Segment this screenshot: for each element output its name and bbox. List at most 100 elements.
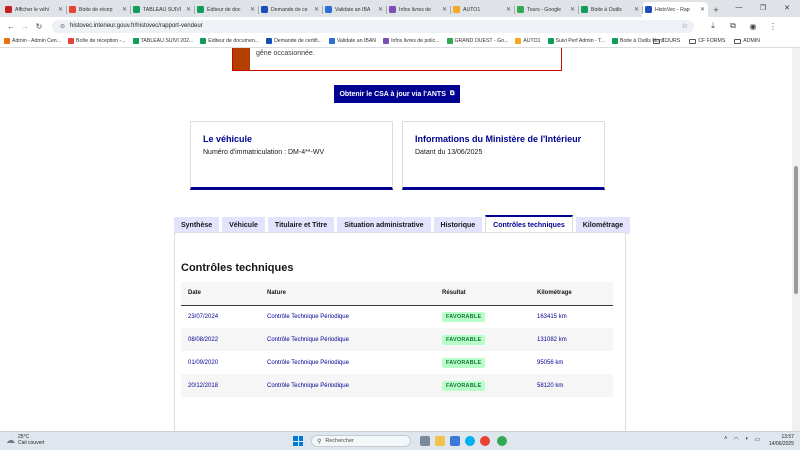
bookmark-item[interactable]: Editeur de documen... xyxy=(200,38,259,44)
site-info-icon[interactable]: ⊜ xyxy=(60,23,65,30)
bookmark-folder[interactable]: TOURS xyxy=(653,38,680,44)
chrome-profile-icon[interactable] xyxy=(497,436,507,446)
tab-title: Boite de récep xyxy=(79,6,113,13)
profile-icon[interactable]: ◉ xyxy=(746,19,760,33)
tab-title: HistoVec - Rap xyxy=(655,6,690,13)
browser-tab[interactable]: Boite de récep ✕ xyxy=(66,2,130,17)
control-date: 20/12/2018 xyxy=(181,374,260,397)
bookmark-item[interactable]: Demande de certifi... xyxy=(266,38,322,44)
forward-icon[interactable]: → xyxy=(18,19,32,33)
vehicle-card: Le véhicule Numéro d'immatriculation : D… xyxy=(190,121,393,190)
tab-close-icon[interactable]: ✕ xyxy=(58,6,63,13)
browser-tab[interactable]: Validate an IBA ✕ xyxy=(322,2,386,17)
browser-tab[interactable]: TABLEAU SUIVI ✕ xyxy=(130,2,194,17)
tab-close-icon[interactable]: ✕ xyxy=(250,6,255,13)
bookmark-item[interactable]: AUTO1 xyxy=(515,38,541,44)
bookmark-item[interactable]: Admin - Admin Cen... xyxy=(4,38,61,44)
table-row: 20/12/2018 Contrôle Technique Périodique F… xyxy=(181,374,613,397)
bookmark-item[interactable]: GRAND OUEST - Go... xyxy=(446,38,509,44)
battery-icon[interactable]: ▭ xyxy=(754,436,760,443)
control-nature: Contrôle Technique Périodique xyxy=(267,313,349,320)
bookmark-folders: TOURS CF FORMS ADMIN xyxy=(653,38,760,44)
tab-close-icon[interactable]: ✕ xyxy=(314,6,319,13)
tab-close-icon[interactable]: ✕ xyxy=(570,6,575,13)
browser-toolbar: ← → ↻ ⊜ histovec.interieur.gouv.fr/histo… xyxy=(0,17,800,35)
clock-date: 14/06/2025 xyxy=(768,440,794,447)
extensions-icon[interactable]: ⧉ xyxy=(726,19,740,33)
outlook-icon[interactable] xyxy=(450,436,460,446)
browser-tab[interactable]: Afficher le véhi ✕ xyxy=(2,2,66,17)
maximize-icon[interactable]: ❐ xyxy=(752,0,774,15)
file-explorer-icon[interactable] xyxy=(435,436,445,446)
address-bar[interactable]: ⊜ histovec.interieur.gouv.fr/histovec/ra… xyxy=(52,19,694,33)
control-result-cell: FAVORABLE xyxy=(435,328,530,351)
tab-title: Boite à Outils xyxy=(591,6,622,13)
download-icon[interactable]: ⤓ xyxy=(706,19,720,33)
clock[interactable]: 13:57 14/06/2025 xyxy=(769,434,794,447)
tab-close-icon[interactable]: ✕ xyxy=(442,6,447,13)
browser-tab[interactable]: Tours - Google ✕ xyxy=(514,2,578,17)
bookmark-folder[interactable]: CF FORMS xyxy=(689,38,725,44)
close-window-icon[interactable]: ✕ xyxy=(776,0,798,15)
bookmark-item[interactable]: TABLEAU SUIVI 202... xyxy=(132,38,193,44)
control-result-cell: FAVORABLE xyxy=(435,351,530,374)
new-tab-button[interactable]: + xyxy=(710,2,722,17)
browser-tab[interactable]: Infos livres de ✕ xyxy=(386,2,450,17)
data-date: Datant du 13/06/2025 xyxy=(415,149,483,156)
tab-close-icon[interactable]: ✕ xyxy=(186,6,191,13)
menu-icon[interactable]: ⋮ xyxy=(766,19,780,33)
browser-tab[interactable]: Demande de ce ✕ xyxy=(258,2,322,17)
weather-widget[interactable]: ☁ 25°C Ciel couvert xyxy=(6,434,44,446)
browser-tab[interactable]: AUTO1 ✕ xyxy=(450,2,514,17)
chrome-icon[interactable] xyxy=(480,436,490,446)
minimize-icon[interactable]: — xyxy=(728,0,750,15)
tray-arrow-icon[interactable]: ˄ xyxy=(724,436,728,443)
wifi-icon[interactable]: ◠ xyxy=(733,436,738,443)
bookmark-item[interactable]: Boîte de réception -... xyxy=(68,38,126,44)
bookmark-star-icon[interactable]: ☆ xyxy=(682,22,688,30)
control-nature: Contrôle Technique Périodique xyxy=(260,328,435,351)
page-scrollbar[interactable] xyxy=(792,48,800,431)
url-text: histovec.interieur.gouv.fr/histovec/rapp… xyxy=(70,23,203,29)
bookmark-favicon-icon xyxy=(132,38,139,44)
tab-title: AUTO1 xyxy=(463,6,481,13)
tab-close-icon[interactable]: ✕ xyxy=(378,6,383,13)
start-button[interactable] xyxy=(293,436,303,446)
ants-alert: situation administrative disponible sur … xyxy=(232,48,562,71)
registration-number: Numéro d'immatriculation : DM-4**-WV xyxy=(203,149,325,156)
tab-favicon-icon xyxy=(69,6,76,13)
bookmark-folder-label: TOURS xyxy=(662,38,681,44)
tab-close-icon[interactable]: ✕ xyxy=(122,6,127,13)
scrollbar-thumb[interactable] xyxy=(794,166,798,294)
bookmark-item[interactable]: Validate an IBAN xyxy=(328,38,376,44)
bookmark-favicon-icon xyxy=(200,38,207,44)
bookmark-favicon-icon xyxy=(4,38,10,44)
weather-description: Ciel couvert xyxy=(18,440,45,446)
tab-close-icon[interactable]: ✕ xyxy=(506,6,511,13)
control-result-cell: FAVORABLE xyxy=(435,374,530,397)
tab-title: Tours - Google xyxy=(527,6,562,13)
bookmark-item[interactable]: Infos livres de polic... xyxy=(383,38,440,44)
back-icon[interactable]: ← xyxy=(4,19,18,33)
bookmark-item[interactable]: Suivi Perf Admin - T... xyxy=(547,38,605,44)
volume-icon[interactable]: ◖ xyxy=(745,436,749,443)
tab-close-icon[interactable]: ✕ xyxy=(634,6,639,13)
obtain-csa-button[interactable]: Obtenir le CSA à jour via l'ANTS ⧉ xyxy=(334,85,460,103)
column-header: Résultat xyxy=(435,282,530,306)
status-badge: FAVORABLE xyxy=(442,311,486,322)
taskbar-search[interactable]: ⚲ Rechercher xyxy=(311,435,411,447)
browser-tab[interactable]: Boite à Outils ✕ xyxy=(578,2,642,17)
table-row: 08/08/2022 Contrôle Technique Périodique F… xyxy=(181,328,613,351)
browser-tab[interactable]: HistoVec - Rap ✕ xyxy=(642,2,708,17)
column-header: Nature xyxy=(260,282,435,306)
status-badge: FAVORABLE xyxy=(442,357,486,368)
reload-icon[interactable]: ↻ xyxy=(32,19,46,33)
task-view-icon[interactable] xyxy=(420,436,430,446)
bookmark-folder[interactable]: ADMIN xyxy=(734,38,760,44)
table-row: 01/09/2020 Contrôle Technique Périodique F… xyxy=(181,351,613,374)
control-nature: Contrôle Technique Périodique xyxy=(267,359,349,366)
tab-close-icon[interactable]: ✕ xyxy=(700,6,705,13)
bookmark-label: GRAND OUEST - Go... xyxy=(454,38,509,44)
skype-icon[interactable] xyxy=(465,436,475,446)
browser-tab[interactable]: Editeur de doc ✕ xyxy=(194,2,258,17)
